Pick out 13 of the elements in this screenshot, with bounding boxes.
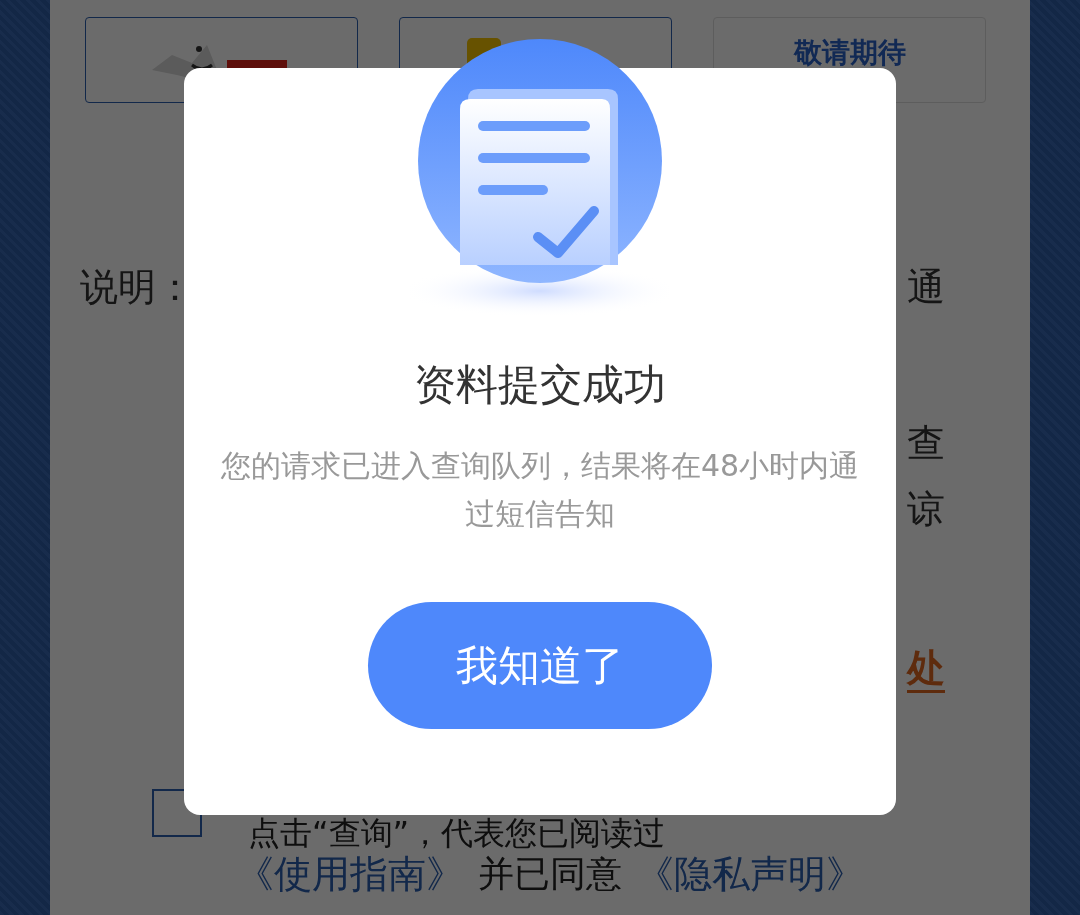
dialog-title: 资料提交成功: [414, 359, 666, 411]
link[interactable]: 《使用指南》: [236, 851, 464, 897]
agreement-text: 并已同意: [478, 852, 622, 896]
note-text: 查: [907, 420, 945, 467]
dialog-message: 您的请求已进入查询队列，结果将在48小时内通过短信告知: [219, 447, 861, 533]
card-label: 敬请期待: [793, 39, 906, 67]
confirm-button[interactable]: 我知道了: [368, 602, 712, 729]
note-text: 谅: [907, 486, 945, 533]
note-text: 通: [907, 264, 945, 311]
link[interactable]: 《隐私声明》: [636, 851, 864, 897]
agreement-text: 点击“查询”，代表您已阅读过: [248, 815, 666, 851]
link[interactable]: 处: [907, 645, 945, 693]
note-text: 说明：: [80, 264, 194, 311]
